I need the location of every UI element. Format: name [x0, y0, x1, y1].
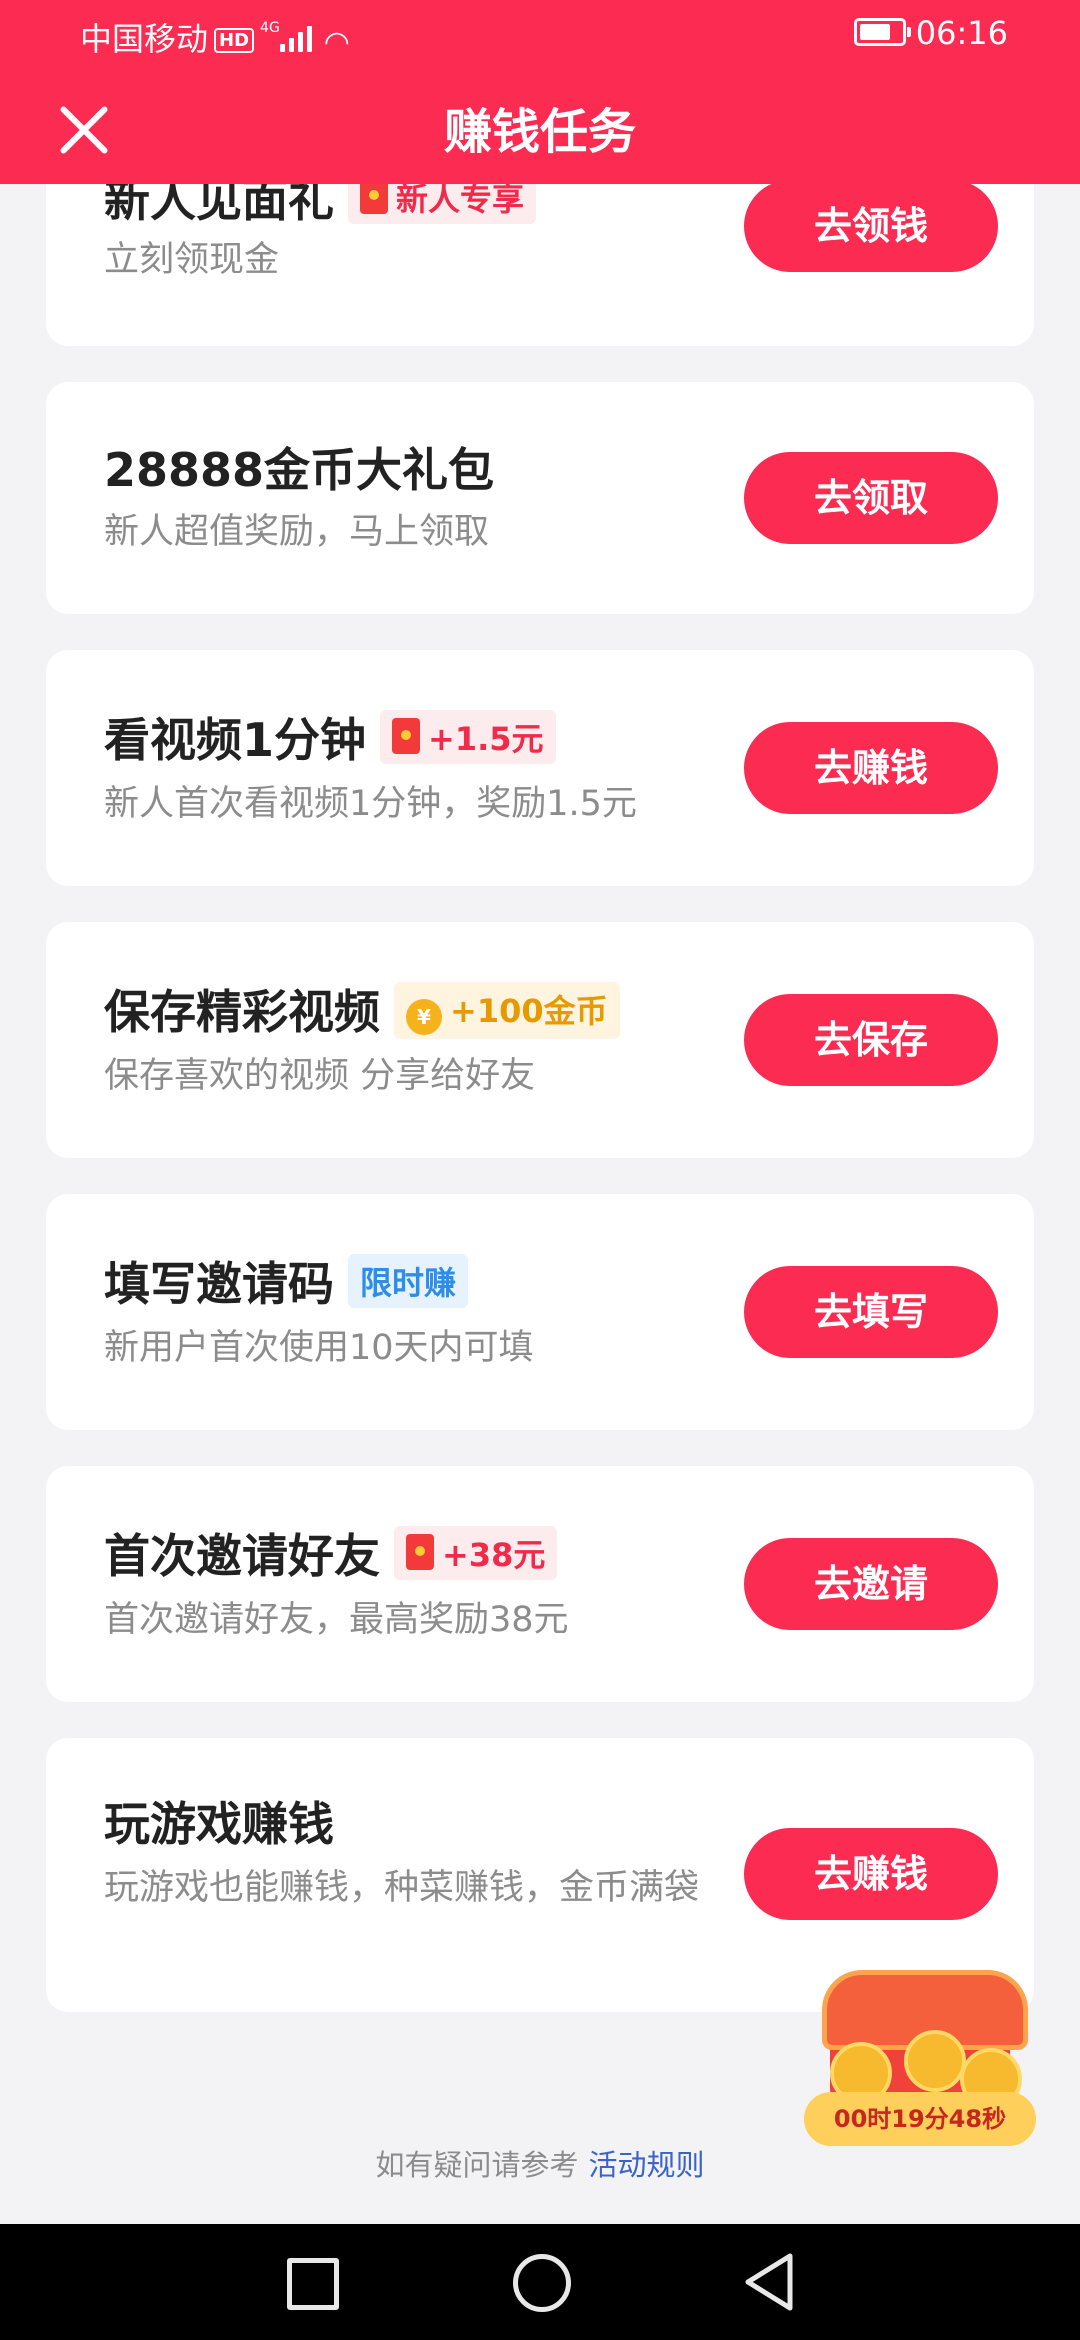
network-type: 4G [260, 20, 280, 36]
badge-text: +1.5元 [428, 720, 544, 758]
task-card-coin-pack: 28888金币大礼包 新人超值奖励，马上领取 去领取 [46, 382, 1034, 614]
coin-icon: ¥ [406, 999, 442, 1035]
back-icon[interactable] [740, 2250, 800, 2314]
home-icon[interactable] [513, 2254, 571, 2312]
claim-cash-button[interactable]: 去领钱 [744, 180, 998, 272]
task-badge: +1.5元 [380, 710, 556, 764]
play-earn-button[interactable]: 去赚钱 [744, 1828, 998, 1920]
countdown-timer: 00时19分48秒 [804, 2092, 1036, 2146]
task-subtitle: 新人超值奖励，马上领取 [104, 512, 490, 552]
task-title-row: 填写邀请码 限时赚 [104, 1248, 469, 1314]
fill-in-button[interactable]: 去填写 [744, 1266, 998, 1358]
task-card-save-video: 保存精彩视频 ¥ +100金币 保存喜欢的视频 分享给好友 去保存 [46, 922, 1034, 1158]
task-subtitle: 新人首次看视频1分钟，奖励1.5元 [104, 784, 637, 824]
task-card-watch-video: 看视频1分钟 +1.5元 新人首次看视频1分钟，奖励1.5元 去赚钱 [46, 650, 1034, 886]
save-button[interactable]: 去保存 [744, 994, 998, 1086]
task-title: 看视频1分钟 [104, 713, 367, 767]
task-title: 首次邀请好友 [104, 1529, 380, 1583]
task-badge: +38元 [394, 1526, 558, 1580]
task-title-row: 首次邀请好友 +38元 [104, 1520, 558, 1586]
task-card-invite-friend: 首次邀请好友 +38元 首次邀请好友，最高奖励38元 去邀请 [46, 1466, 1034, 1702]
recent-apps-icon[interactable] [287, 2258, 339, 2310]
footer-note-text: 如有疑问请参考 [375, 2148, 579, 2182]
task-subtitle: 玩游戏也能赚钱，种菜赚钱，金币满袋 [104, 1868, 700, 1908]
task-subtitle: 新用户首次使用10天内可填 [104, 1328, 534, 1368]
red-packet-icon [406, 1534, 434, 1570]
task-title-row: 看视频1分钟 +1.5元 [104, 704, 556, 770]
wifi-icon: ◠ [323, 25, 350, 60]
task-title: 填写邀请码 [104, 1257, 334, 1311]
badge-text: 新人专享 [396, 180, 525, 218]
task-subtitle: 保存喜欢的视频 分享给好友 [104, 1056, 536, 1096]
task-title: 28888金币大礼包 [104, 443, 495, 497]
hd-icon: HD [214, 28, 255, 53]
status-bar: 中国移动 HD 4G ◠ 06:16 [0, 0, 1080, 72]
carrier-name: 中国移动 [80, 20, 209, 58]
earn-button[interactable]: 去赚钱 [744, 722, 998, 814]
system-navigation-bar [0, 2224, 1080, 2340]
top-bar: 中国移动 HD 4G ◠ 06:16 赚钱任务 [0, 0, 1080, 184]
page-title: 赚钱任务 [443, 104, 636, 160]
task-title: 保存精彩视频 [104, 985, 380, 1039]
status-left: 中国移动 HD 4G ◠ [80, 14, 350, 60]
status-right: 06:16 [853, 14, 1008, 52]
task-subtitle: 立刻领现金 [104, 240, 280, 280]
task-title-row: 保存精彩视频 ¥ +100金币 [104, 976, 620, 1042]
task-badge: 限时赚 [348, 1254, 469, 1308]
task-card-invite-code: 填写邀请码 限时赚 新用户首次使用10天内可填 去填写 [46, 1194, 1034, 1430]
red-packet-icon [392, 718, 421, 754]
activity-rules-link[interactable]: 活动规则 [589, 2148, 705, 2182]
task-title: 玩游戏赚钱 [104, 1797, 334, 1851]
battery-icon [853, 18, 911, 46]
footer-note: 如有疑问请参考 活动规则 [0, 2142, 1080, 2184]
badge-text: +38元 [442, 1536, 546, 1574]
badge-text: +100金币 [450, 992, 608, 1030]
signal-icon [279, 26, 314, 52]
invite-button[interactable]: 去邀请 [744, 1538, 998, 1630]
coin-icon [904, 2030, 966, 2092]
claim-button[interactable]: 去领取 [744, 452, 998, 544]
treasure-chest-widget[interactable]: 00时19分48秒 [800, 1958, 1040, 2158]
clock: 06:16 [915, 14, 1008, 52]
task-badge: ¥ +100金币 [394, 982, 620, 1039]
task-subtitle: 首次邀请好友，最高奖励38元 [104, 1600, 569, 1640]
